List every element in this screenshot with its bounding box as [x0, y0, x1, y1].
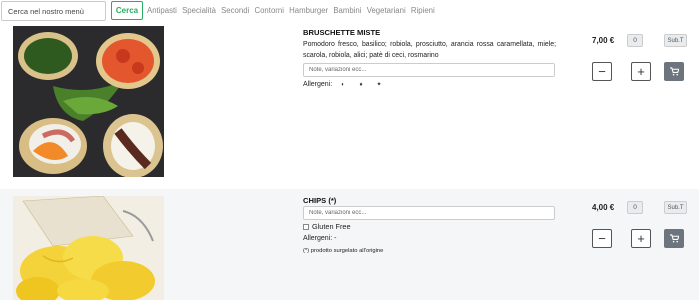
notes-input[interactable] [303, 206, 555, 220]
search-button[interactable]: Cerca [111, 1, 143, 20]
subtotal-display: Sub.T [664, 201, 687, 214]
allergens-label: Allergeni: [303, 81, 333, 88]
category-bambini[interactable]: Bambini [333, 6, 361, 15]
subtotal-display: Sub.T [664, 34, 687, 47]
gluten-free-checkbox[interactable] [303, 223, 309, 230]
decrease-quantity-button[interactable]: − [592, 229, 612, 248]
increase-quantity-button[interactable]: + [631, 62, 651, 81]
category-contorni[interactable]: Contorni [254, 6, 283, 15]
milk-icon: ◐ [341, 82, 345, 88]
fish-icon: ♦ [359, 82, 363, 88]
plus-icon: + [637, 231, 645, 246]
increase-quantity-button[interactable]: + [631, 229, 651, 248]
quantity-display: 0 [627, 34, 643, 47]
cart-icon [669, 234, 679, 243]
bruschette-photo [13, 26, 164, 177]
category-ripieni[interactable]: Ripieni [411, 6, 435, 15]
category-specialita[interactable]: Specialità [182, 6, 216, 15]
notes-input[interactable] [303, 63, 555, 77]
allergens-label: Allergeni: - [303, 235, 337, 242]
minus-icon: − [598, 64, 606, 79]
category-vegetariani[interactable]: Vegetariani [367, 6, 406, 15]
plus-icon: + [637, 64, 645, 79]
quantity-display: 0 [627, 201, 643, 214]
item-price: 7,00 € [592, 36, 615, 45]
search-input[interactable] [1, 1, 106, 21]
category-antipasti[interactable]: Antipasti [147, 6, 177, 15]
decrease-quantity-button[interactable]: − [592, 62, 612, 81]
cart-icon [669, 67, 679, 76]
category-nav: Antipasti Specialità Secondi Contorni Ha… [147, 0, 440, 20]
chips-photo [13, 196, 164, 300]
minus-icon: − [598, 231, 606, 246]
top-bar: Cerca Antipasti Specialità Secondi Conto… [0, 0, 699, 22]
gluten-free-option[interactable]: Gluten Free [303, 222, 351, 231]
item-title: CHIPS (*) [303, 196, 337, 205]
item-price: 4,00 € [592, 203, 615, 212]
category-secondi[interactable]: Secondi [221, 6, 249, 15]
category-hamburger[interactable]: Hamburger [289, 6, 328, 15]
gluten-icon: ✦ [376, 82, 382, 88]
item-description: Pomodoro fresco, basilico; robiola, pros… [303, 41, 556, 59]
add-to-cart-button[interactable] [664, 62, 684, 81]
item-title: BRUSCHETTE MISTE [303, 28, 381, 37]
frozen-note: (*) prodotto surgelato all'origine [303, 248, 384, 254]
gluten-free-label: Gluten Free [312, 222, 351, 231]
add-to-cart-button[interactable] [664, 229, 684, 248]
